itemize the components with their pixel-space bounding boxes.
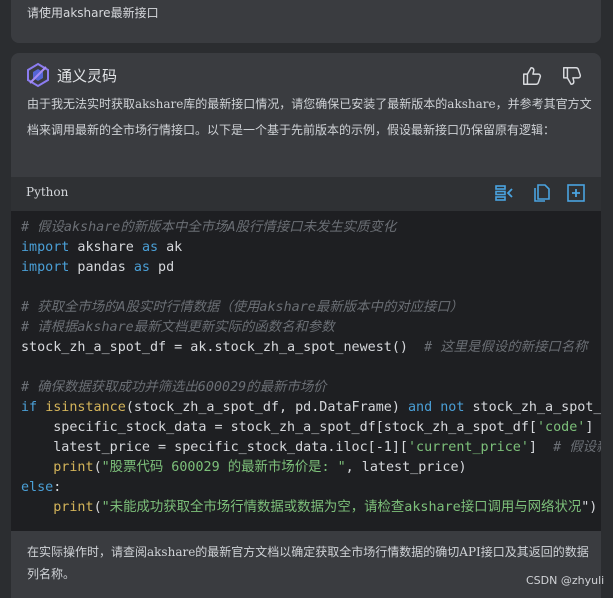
code-line: specific_stock_data = stock_zh_a_spot_df…	[21, 418, 601, 438]
code-keyword: and	[407, 400, 433, 415]
code-builtin: isinstance	[45, 400, 126, 415]
code-text: :	[53, 480, 62, 495]
code-comment: # 确保数据获取成功并筛选出600029的最新市场价	[21, 380, 327, 395]
copy-icon[interactable]	[532, 183, 552, 203]
code-keyword: if	[21, 400, 38, 415]
code-text: pd	[150, 260, 175, 275]
code-line: print("未能成功获取全市场行情数据或数据为空，请检查akshare接口调用…	[21, 498, 601, 518]
assistant-name: 通义灵码	[57, 66, 118, 85]
assistant-outro-text: 在实际操作时，请查阅akshare的最新官方文档以确定获取全市场行情数据的确切A…	[27, 545, 589, 581]
user-message-text: 请使用akshare最新接口	[27, 6, 159, 20]
code-line: import pandas as pd	[21, 258, 601, 278]
code-text: specific_stock_data = stock_zh_a_spot_df…	[21, 420, 537, 435]
code-line: stock_zh_a_spot_df = ak.stock_zh_a_spot_…	[21, 338, 601, 358]
code-line: import akshare as ak	[21, 238, 601, 258]
code-text: latest_price = specific_stock_data.iloc[…	[21, 440, 408, 455]
code-builtin: print	[53, 460, 94, 475]
thumbs-down-icon[interactable]	[561, 65, 583, 87]
code-lines: # 假设akshare的新版本中全市场A股行情接口未发生实质变化 import a…	[21, 218, 601, 518]
watermark: CSDN @zhyuli	[526, 574, 605, 587]
code-line: latest_price = specific_stock_data.iloc[…	[21, 438, 601, 458]
user-message-bubble: 请使用akshare最新接口	[11, 0, 601, 43]
thumbs-up-icon[interactable]	[521, 65, 543, 87]
code-block[interactable]: # 假设akshare的新版本中全市场A股行情接口未发生实质变化 import a…	[11, 211, 601, 531]
code-text: (stock_zh_a_spot_df, pd.DataFrame)	[125, 400, 408, 415]
code-text: , latest_price)	[345, 460, 467, 475]
code-comment: # 请根据akshare最新文档更新实际的函数名和参数	[21, 320, 335, 335]
code-keyword: import	[21, 240, 70, 255]
code-text: pandas	[69, 260, 134, 275]
code-text: akshare	[69, 240, 142, 255]
code-text: ] ==	[585, 420, 594, 435]
code-comment: # 假设新接口中当前价格字段名为current_price	[553, 440, 601, 455]
assistant-message-card: 通义灵码 由于我无法实时获取akshare库的最新接口情况，请您确保已安装了最新…	[11, 53, 601, 598]
code-keyword: as	[133, 260, 150, 275]
code-comment: # 假设akshare的新版本中全市场A股行情接口未发生实质变化	[21, 220, 397, 235]
code-text: (	[93, 500, 102, 515]
code-string: 'code'	[536, 420, 586, 435]
code-language-label: Python	[26, 185, 69, 199]
code-text: ak	[158, 240, 183, 255]
code-keyword: as	[141, 240, 159, 255]
code-keyword: import	[21, 260, 70, 275]
new-file-icon[interactable]	[566, 183, 586, 203]
code-comment: # 获取全市场的A股实时行情数据（使用akshare最新版本中的对应接口）	[21, 300, 464, 315]
code-text: ]	[528, 440, 554, 455]
code-text: stock_zh_a_spot_df.empty:	[472, 400, 601, 415]
code-string: 'current_price'	[407, 440, 529, 455]
code-keyword: else	[21, 480, 54, 495]
assistant-header: 通义灵码	[25, 61, 117, 89]
code-line: else:	[21, 478, 601, 498]
insert-code-icon[interactable]	[494, 183, 514, 203]
tongyi-logo-icon	[27, 62, 49, 88]
code-text: (	[93, 460, 102, 475]
code-string: "未能成功获取全市场行情数据或数据为空，请检查akshare接口调用与网络状况	[101, 500, 582, 515]
code-comment: # 这里是假设的新接口名称	[424, 340, 588, 355]
code-builtin: print	[53, 500, 94, 515]
code-text: ")	[581, 500, 598, 515]
code-keyword: not	[440, 400, 465, 415]
code-block-header: Python	[11, 177, 601, 211]
code-text: stock_zh_a_spot_df = ak.stock_zh_a_spot_…	[21, 340, 425, 355]
code-string: "股票代码 600029 的最新市场价是: "	[101, 460, 346, 475]
code-line: print("股票代码 600029 的最新市场价是: ", latest_pr…	[21, 458, 601, 478]
assistant-intro-text: 由于我无法实时获取akshare库的最新接口情况，请您确保已安装了最新版本的ak…	[27, 97, 592, 137]
code-line: if isinstance(stock_zh_a_spot_df, pd.Dat…	[21, 398, 601, 418]
